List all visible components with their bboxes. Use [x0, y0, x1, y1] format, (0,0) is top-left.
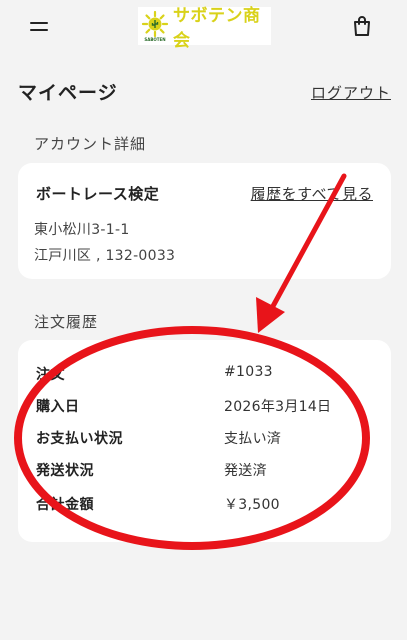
cactus-sun-logo-icon: SABOTEN [141, 10, 169, 42]
hamburger-menu-icon[interactable] [30, 14, 62, 38]
page-title: マイページ [18, 82, 118, 104]
logout-link[interactable]: ログアウト [311, 82, 391, 103]
order-card: 注文 #1033 購入日 2026年3月14日 お支払い状況 支払い済 発送状況… [18, 340, 391, 542]
total-amount-label: 合計金額 [36, 497, 94, 513]
account-card: ボートレース検定 履歴をすべて見る 東小松川3-1-1 江戸川区 , 132-0… [18, 163, 391, 279]
purchase-date-label: 購入日 [36, 399, 80, 415]
svg-text:SABOTEN: SABOTEN [144, 37, 165, 42]
payment-status-row: お支払い状況 支払い済 [36, 428, 376, 452]
total-amount-row: 合計金額 ￥3,500 [36, 494, 376, 518]
menu-bar-bottom [30, 28, 48, 31]
order-number-label: 注文 [36, 367, 65, 383]
purchase-date-row: 購入日 2026年3月14日 [36, 396, 376, 420]
store-logo[interactable]: SABOTEN サボテン商会 [138, 6, 271, 51]
shipping-status-label: 発送状況 [36, 463, 94, 479]
total-amount-value: ￥3,500 [224, 497, 280, 513]
order-number-row: 注文 #1033 [36, 364, 376, 388]
account-name: ボートレース検定 [36, 185, 160, 203]
order-history-section-title: 注文履歴 [34, 313, 99, 331]
my-page: SABOTEN サボテン商会 マイページ ログアウト アカウント詳細 ボートレー… [0, 0, 407, 640]
purchase-date-value: 2026年3月14日 [224, 399, 332, 415]
view-all-history-link[interactable]: 履歴をすべて見る [251, 183, 373, 204]
logo-text: サボテン商会 [173, 6, 261, 51]
payment-status-label: お支払い状況 [36, 431, 123, 447]
order-number-value: #1033 [224, 364, 273, 380]
shopping-bag-icon[interactable] [350, 14, 374, 38]
payment-status-value: 支払い済 [224, 431, 282, 447]
header: SABOTEN サボテン商会 [0, 0, 407, 52]
address-line-1: 東小松川3-1-1 [34, 222, 130, 238]
shipping-status-row: 発送状況 発送済 [36, 460, 376, 484]
shipping-status-value: 発送済 [224, 463, 267, 479]
address-line-2: 江戸川区 , 132-0033 [34, 248, 176, 264]
account-section-title: アカウント詳細 [34, 135, 147, 153]
menu-bar-top [30, 21, 48, 24]
